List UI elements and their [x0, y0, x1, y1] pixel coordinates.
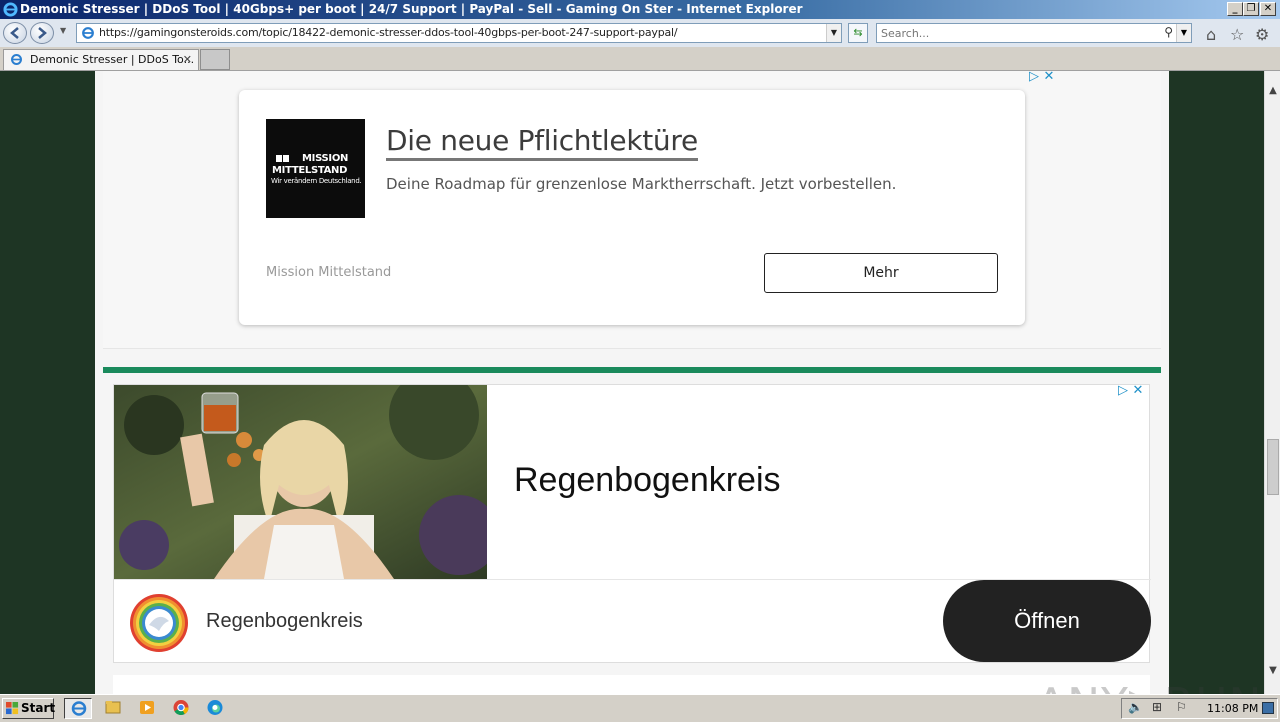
- minimize-button[interactable]: _: [1227, 2, 1243, 16]
- media-player-icon: [140, 701, 154, 714]
- tab-label: Demonic Stresser | DDoS To...: [30, 53, 195, 66]
- window-title-bar: Demonic Stresser | DDoS Tool | 40Gbps+ p…: [0, 0, 1280, 19]
- ad-card[interactable]: MISSION MITTELSTAND Wir verändern Deutsc…: [239, 90, 1025, 325]
- mission-mittelstand-logo[interactable]: MISSION MITTELSTAND Wir verändern Deutsc…: [266, 119, 365, 218]
- taskbar-media-player[interactable]: [133, 698, 161, 719]
- ad-advertiser[interactable]: Regenbogenkreis: [206, 610, 363, 633]
- new-tab-button[interactable]: [200, 49, 230, 70]
- logo-tagline: Wir verändern Deutschland.: [271, 177, 362, 185]
- edge-icon: [207, 700, 223, 715]
- windows-taskbar: Start 🔈 ⊞ ⚐ 11:08 PM: [0, 694, 1280, 720]
- search-icon[interactable]: ⚲: [1164, 25, 1173, 39]
- network-icon[interactable]: ⊞: [1152, 700, 1162, 714]
- page-content: ▷ ✕ MISSION MITTELSTAND Wir verändern De…: [95, 71, 1169, 694]
- history-dropdown-icon[interactable]: ▼: [60, 26, 66, 35]
- forward-arrow-icon: [38, 27, 47, 39]
- scrollbar-thumb[interactable]: [1267, 439, 1279, 495]
- back-button[interactable]: [3, 22, 27, 44]
- address-dropdown-icon[interactable]: ▼: [826, 24, 841, 42]
- chrome-icon: [173, 700, 189, 716]
- system-tray: 🔈 ⊞ ⚐ 11:08 PM: [1121, 698, 1278, 719]
- tab-ie-icon: [11, 54, 22, 65]
- adchoices-icon[interactable]: ▷ ✕: [1118, 383, 1143, 398]
- windows-flag-icon: [6, 702, 19, 715]
- ad-container-2[interactable]: ▷ ✕ Regenbogenkreis Regenbogenkreis Öffn…: [113, 383, 1151, 664]
- search-dropdown-icon[interactable]: ▼: [1176, 24, 1191, 42]
- vertical-scrollbar[interactable]: ▲ ▼: [1264, 71, 1280, 694]
- internet-explorer-icon: [71, 701, 87, 716]
- start-button[interactable]: Start: [2, 698, 56, 719]
- mehr-button[interactable]: Mehr: [764, 253, 998, 293]
- tab-bar: Demonic Stresser | DDoS To... ✕: [0, 47, 1280, 71]
- close-window-button[interactable]: ✕: [1260, 2, 1276, 16]
- search-input[interactable]: [881, 26, 1151, 40]
- taskbar-file-explorer[interactable]: [99, 698, 127, 719]
- page-ie-icon: [82, 27, 94, 39]
- ad-container-1: ▷ ✕ MISSION MITTELSTAND Wir verändern De…: [103, 71, 1161, 349]
- address-bar[interactable]: https://gamingonsteroids.com/topic/18422…: [76, 23, 842, 43]
- ad-title-link[interactable]: Die neue Pflichtlektüre: [386, 124, 698, 161]
- favorites-star-icon[interactable]: ☆: [1230, 25, 1244, 44]
- logo-text-line2: MITTELSTAND: [272, 165, 348, 176]
- settings-gear-icon[interactable]: ⚙: [1255, 25, 1269, 44]
- back-arrow-icon: [10, 27, 19, 39]
- search-box[interactable]: ⚲ ▼: [876, 23, 1192, 43]
- regenbogenkreis-logo-icon[interactable]: [129, 593, 189, 653]
- url-text[interactable]: https://gamingonsteroids.com/topic/18422…: [99, 24, 678, 42]
- ad-photo-image: [114, 385, 487, 579]
- page-viewport: ▷ ✕ MISSION MITTELSTAND Wir verändern De…: [0, 71, 1264, 694]
- start-label: Start: [21, 701, 56, 715]
- ad-advertiser[interactable]: Mission Mittelstand: [266, 265, 391, 280]
- logo-text-line1: MISSION: [302, 153, 349, 164]
- ad-photo-woman-with-glass[interactable]: [114, 385, 487, 579]
- next-content-strip: [113, 675, 1150, 694]
- action-center-flag-icon[interactable]: ⚐: [1176, 700, 1187, 714]
- ad-footer: Regenbogenkreis Öffnen: [114, 579, 1151, 664]
- internet-explorer-icon: [3, 2, 18, 17]
- scroll-down-icon[interactable]: ▼: [1265, 663, 1280, 679]
- taskbar-edge[interactable]: [201, 698, 229, 719]
- adchoices-icon[interactable]: ▷ ✕: [1029, 71, 1054, 84]
- folder-icon: [105, 701, 121, 714]
- logo-squares-icon: [276, 155, 289, 162]
- section-divider: [103, 367, 1161, 373]
- ad-headline[interactable]: Regenbogenkreis: [514, 461, 781, 500]
- refresh-button[interactable]: ⇆: [848, 23, 868, 43]
- volume-icon[interactable]: 🔈: [1128, 700, 1143, 714]
- tab-close-icon[interactable]: ✕: [183, 50, 192, 70]
- home-icon[interactable]: ⌂: [1206, 25, 1216, 44]
- ad-description[interactable]: Deine Roadmap für grenzenlose Marktherrs…: [386, 175, 896, 193]
- tab-active[interactable]: Demonic Stresser | DDoS To... ✕: [3, 49, 199, 70]
- forward-button[interactable]: [30, 22, 54, 44]
- taskbar-internet-explorer[interactable]: [64, 698, 92, 719]
- scroll-up-icon[interactable]: ▲: [1265, 83, 1280, 99]
- clock[interactable]: 11:08 PM: [1207, 699, 1258, 718]
- window-title: Demonic Stresser | DDoS Tool | 40Gbps+ p…: [20, 2, 803, 16]
- restore-button[interactable]: ❐: [1243, 2, 1259, 16]
- show-desktop-icon[interactable]: [1262, 702, 1274, 714]
- taskbar-chrome[interactable]: [167, 698, 195, 719]
- oeffnen-button[interactable]: Öffnen: [943, 580, 1151, 662]
- navigation-bar: ▼ https://gamingonsteroids.com/topic/184…: [0, 19, 1280, 47]
